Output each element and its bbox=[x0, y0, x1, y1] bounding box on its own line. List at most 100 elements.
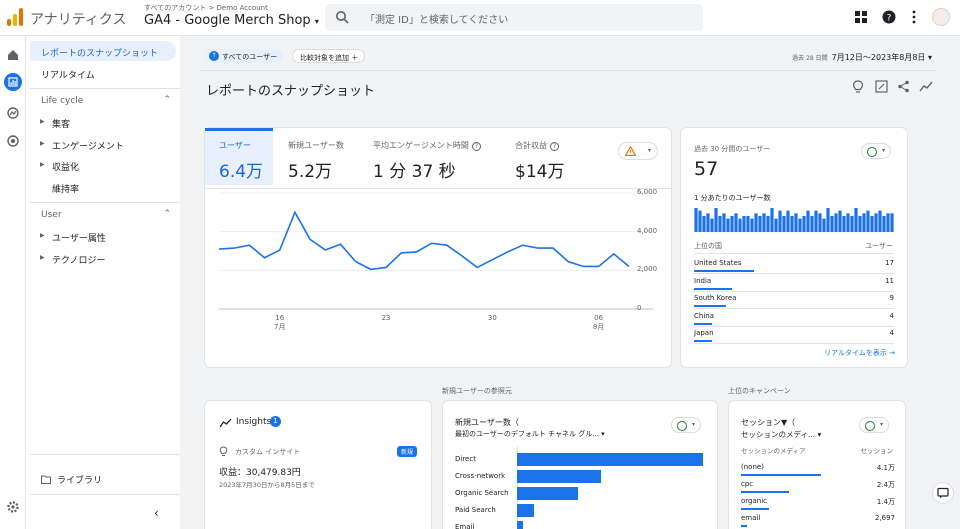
minute-bar[interactable] bbox=[698, 210, 702, 232]
data-point[interactable] bbox=[231, 245, 237, 251]
minute-bar[interactable] bbox=[786, 210, 790, 232]
nav-demographics[interactable]: ▶ ユーザー属性 bbox=[30, 226, 176, 246]
explore-icon[interactable] bbox=[4, 104, 22, 122]
status-button[interactable]: ▾ bbox=[671, 417, 701, 433]
metric-engagement-time[interactable]: 平均エンゲージメント時間? 1 分 37 秒 bbox=[373, 128, 503, 185]
metric-users[interactable]: ユーザー 6.4万 bbox=[205, 128, 273, 185]
nav-acquisition[interactable]: ▶ 集客 bbox=[30, 112, 176, 132]
minute-bar[interactable] bbox=[878, 210, 882, 232]
campaigns-title[interactable]: セッション▼（ bbox=[741, 417, 795, 428]
minute-bar[interactable] bbox=[854, 208, 858, 232]
minute-bar[interactable] bbox=[766, 216, 770, 232]
help-icon[interactable]: ? bbox=[882, 10, 896, 24]
insights-trend-icon[interactable] bbox=[919, 80, 933, 93]
data-point[interactable] bbox=[459, 253, 465, 259]
campaign-row[interactable]: email 2,697 bbox=[741, 514, 895, 527]
minute-bar[interactable] bbox=[870, 216, 874, 232]
minute-bar[interactable] bbox=[734, 213, 738, 232]
minute-bar[interactable] bbox=[746, 216, 750, 232]
data-point[interactable] bbox=[398, 250, 404, 256]
minute-bar[interactable] bbox=[866, 210, 870, 232]
collapse-chevron-icon[interactable]: ‹ bbox=[154, 506, 159, 520]
minute-bar[interactable] bbox=[770, 208, 774, 232]
data-point[interactable] bbox=[337, 241, 343, 247]
channel-bar[interactable] bbox=[517, 487, 579, 500]
data-point[interactable] bbox=[307, 236, 313, 242]
minute-bar[interactable] bbox=[730, 216, 734, 232]
minute-bar[interactable] bbox=[738, 218, 742, 232]
data-point[interactable] bbox=[550, 245, 556, 251]
minute-bar[interactable] bbox=[706, 213, 710, 232]
data-point[interactable] bbox=[429, 240, 435, 246]
minute-bar[interactable] bbox=[794, 213, 798, 232]
minute-bar[interactable] bbox=[862, 213, 866, 232]
minute-bar[interactable] bbox=[858, 216, 862, 232]
minute-bar[interactable] bbox=[874, 213, 878, 232]
channel-bar[interactable] bbox=[517, 453, 703, 466]
minute-bar[interactable] bbox=[790, 216, 794, 232]
data-point[interactable] bbox=[474, 264, 480, 270]
data-point[interactable] bbox=[262, 255, 268, 261]
date-range-picker[interactable]: 過去 28 日間 7月12日～2023年8月8日 ▾ bbox=[792, 52, 932, 63]
campaign-row[interactable]: organic 1.4万 bbox=[741, 497, 895, 510]
data-point[interactable] bbox=[216, 246, 222, 252]
metric-total-revenue[interactable]: 合計収益? $14万 bbox=[515, 128, 595, 185]
nav-retention[interactable]: 維持率 bbox=[30, 177, 176, 197]
status-button[interactable]: ▾ bbox=[859, 417, 889, 433]
minute-bar[interactable] bbox=[758, 216, 762, 232]
minute-bar[interactable] bbox=[714, 208, 718, 232]
reports-icon[interactable] bbox=[4, 73, 22, 91]
nav-report-snapshot[interactable]: レポートのスナップショット bbox=[30, 41, 176, 61]
minute-bar[interactable] bbox=[722, 213, 726, 232]
data-point[interactable] bbox=[246, 242, 252, 248]
property-selector[interactable]: GA4 - Google Merch Shop ▾ bbox=[144, 13, 319, 28]
all-users-chip[interactable]: ↑ すべてのユーザー bbox=[206, 49, 284, 63]
apps-grid-icon[interactable] bbox=[854, 10, 868, 24]
minute-bar[interactable] bbox=[838, 210, 842, 232]
data-point[interactable] bbox=[626, 263, 632, 269]
nav-monetization[interactable]: ▶ 収益化 bbox=[30, 155, 176, 175]
minute-bar[interactable] bbox=[822, 218, 826, 232]
data-point[interactable] bbox=[580, 263, 586, 269]
minute-bar[interactable] bbox=[806, 210, 810, 232]
minute-bar[interactable] bbox=[818, 213, 822, 232]
data-quality-button[interactable]: ▾ bbox=[618, 142, 658, 160]
minute-bar[interactable] bbox=[886, 213, 890, 232]
minute-bar[interactable] bbox=[814, 210, 818, 232]
data-point[interactable] bbox=[596, 263, 602, 269]
nav-library[interactable]: ライブラリ bbox=[30, 468, 176, 488]
more-vert-icon[interactable] bbox=[911, 10, 917, 24]
minute-bar[interactable] bbox=[882, 216, 886, 232]
new-users-dimension[interactable]: 最初のユーザーのデフォルト チャネル グル... ▾ bbox=[455, 429, 605, 439]
data-point[interactable] bbox=[535, 245, 541, 251]
view-realtime-link[interactable]: リアルタイムを表示 → bbox=[824, 348, 895, 358]
lightbulb-icon[interactable] bbox=[852, 80, 864, 94]
minute-bar[interactable] bbox=[782, 216, 786, 232]
nav-realtime[interactable]: リアルタイム bbox=[30, 63, 176, 83]
status-button[interactable]: ▾ bbox=[861, 143, 891, 159]
help-circle-icon[interactable]: ? bbox=[471, 142, 481, 151]
minute-bar[interactable] bbox=[694, 208, 698, 232]
minute-bar[interactable] bbox=[830, 216, 834, 232]
share-icon[interactable] bbox=[897, 80, 910, 93]
add-comparison-chip[interactable]: 比較対象を追加 ＋ bbox=[292, 49, 366, 63]
edit-report-icon[interactable] bbox=[875, 80, 888, 93]
channel-bar[interactable] bbox=[517, 521, 523, 529]
data-point[interactable] bbox=[322, 247, 328, 253]
nav-section-user[interactable]: User ⌃ bbox=[41, 209, 171, 220]
home-icon[interactable] bbox=[4, 46, 22, 64]
channel-bar[interactable] bbox=[517, 504, 534, 517]
campaign-row[interactable]: cpc 2.4万 bbox=[741, 480, 895, 493]
minute-bar[interactable] bbox=[726, 218, 730, 232]
minute-bar[interactable] bbox=[754, 213, 758, 232]
campaigns-dimension[interactable]: セッションのメディ... ▾ bbox=[741, 429, 821, 440]
country-row[interactable]: South Korea 9 bbox=[694, 294, 894, 309]
data-point[interactable] bbox=[353, 259, 359, 265]
minute-bar[interactable] bbox=[774, 218, 778, 232]
nav-section-lifecycle[interactable]: Life cycle ⌃ bbox=[41, 95, 171, 106]
minute-bar[interactable] bbox=[762, 213, 766, 232]
minute-bar[interactable] bbox=[890, 213, 894, 232]
minute-bar[interactable] bbox=[810, 216, 814, 232]
minute-bar[interactable] bbox=[842, 216, 846, 232]
users-line-chart[interactable] bbox=[205, 189, 671, 367]
